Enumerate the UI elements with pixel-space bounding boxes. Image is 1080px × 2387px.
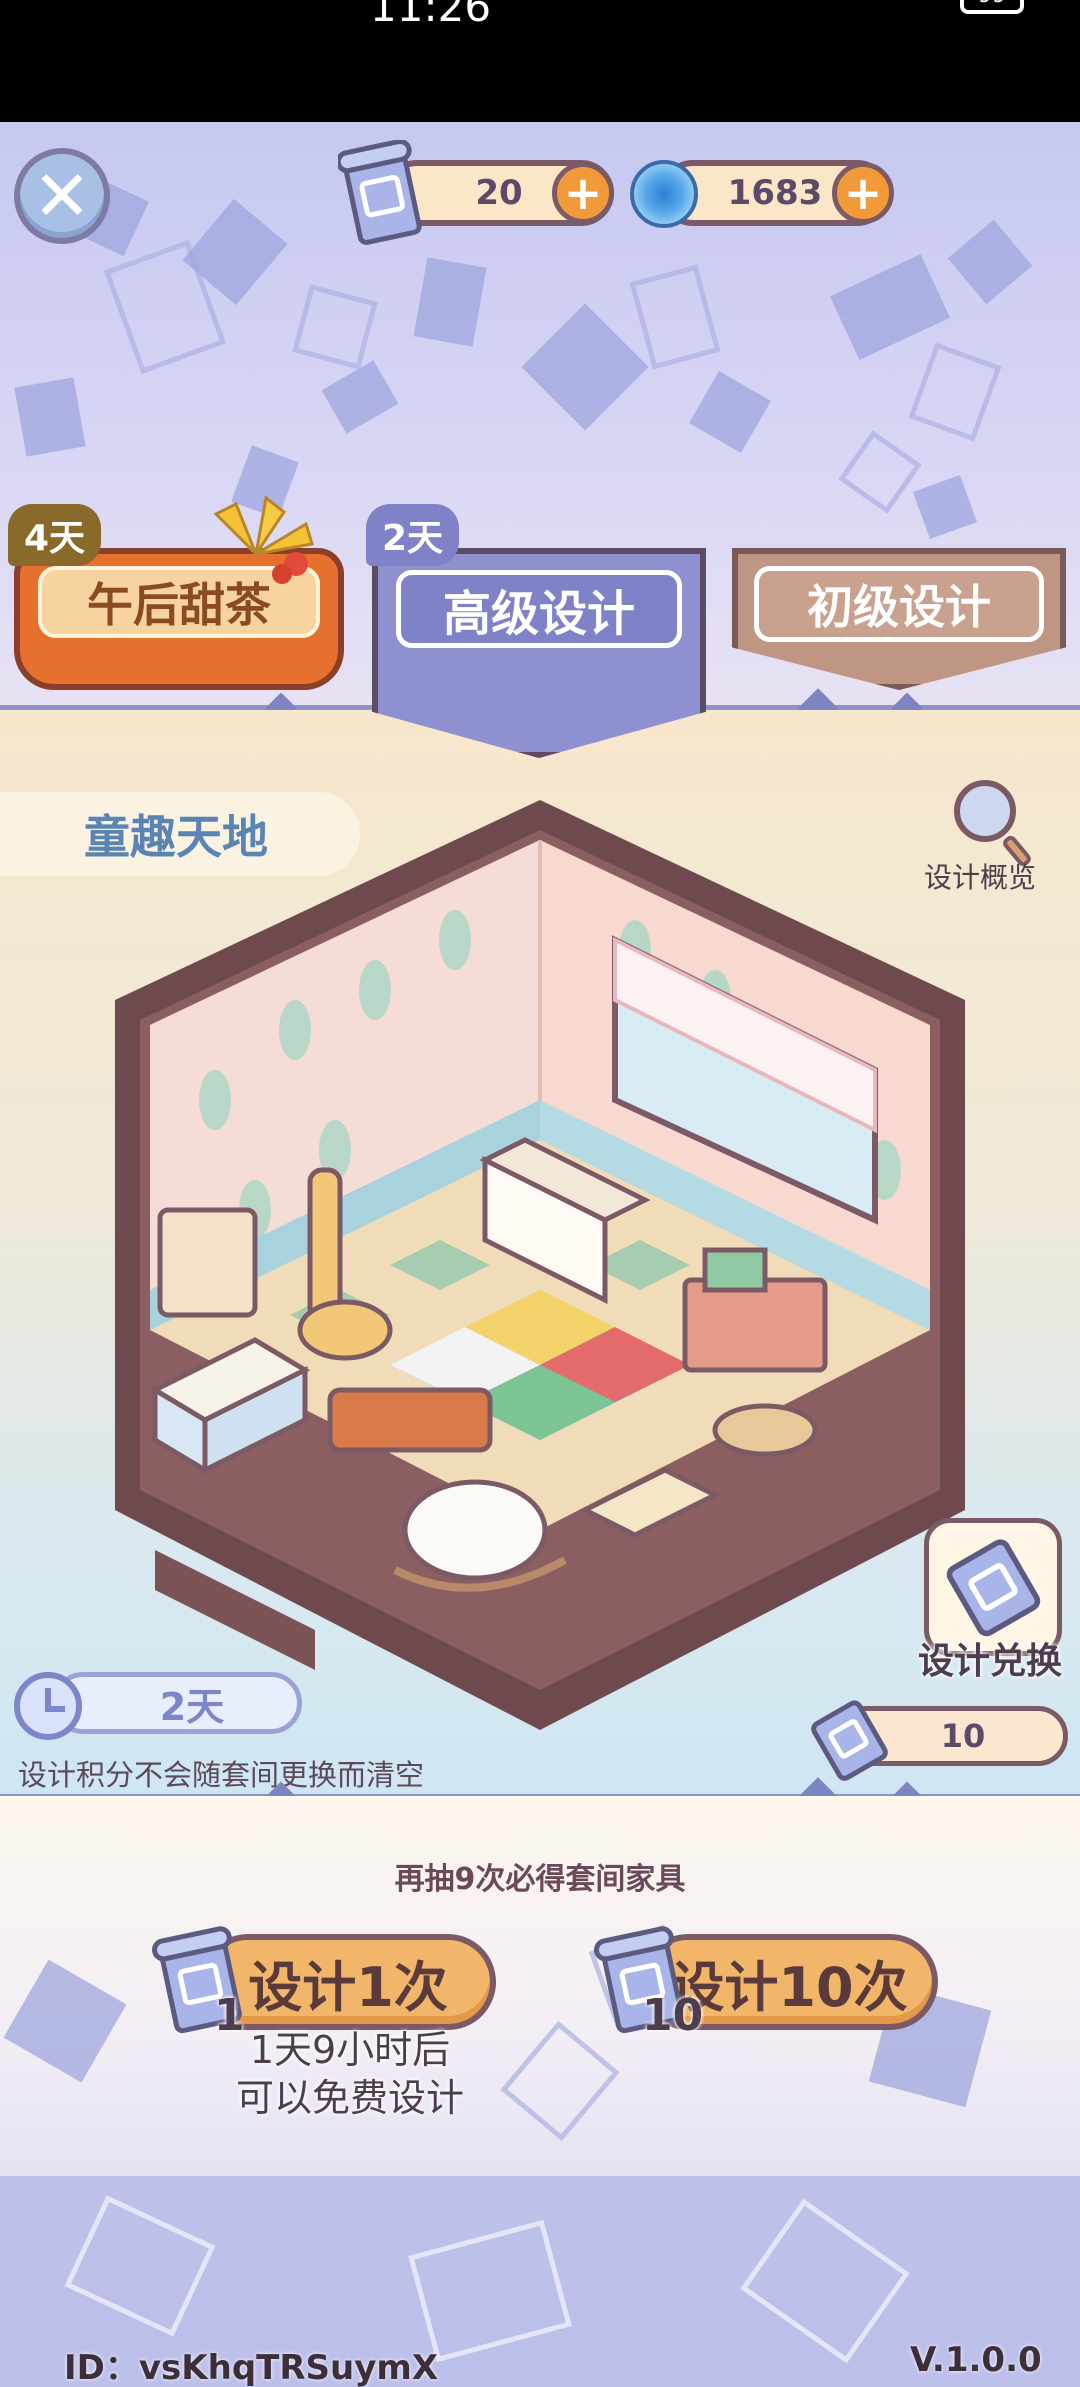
- tab-label: 初级设计: [754, 566, 1044, 642]
- plus-icon: +: [563, 166, 603, 220]
- design-exchange-label: 设计兑换: [918, 1641, 1063, 1682]
- room-preview: [115, 800, 965, 1730]
- version-label: V.1.0.0: [910, 2340, 1042, 2380]
- add-tickets-button[interactable]: +: [552, 162, 614, 224]
- free-countdown-line1: 1天9小时后: [249, 2028, 451, 2072]
- battery-icon: 99: [960, 0, 1024, 14]
- tab-label: 高级设计: [396, 570, 682, 648]
- leaf-ornament-icon: [213, 495, 314, 584]
- tab-timer-badge: 2天: [366, 504, 460, 566]
- scroll-ticket-icon: [811, 1700, 888, 1781]
- clock-icon: [14, 1672, 82, 1740]
- free-design-countdown: 1天9小时后 可以免费设计: [190, 2026, 510, 2122]
- gem-count: 1683: [727, 173, 823, 213]
- free-countdown-line2: 可以免费设计: [235, 2076, 464, 2120]
- guarantee-text: 再抽9次必得套间家具: [394, 1862, 686, 1897]
- close-icon: ✕: [32, 155, 92, 237]
- ticket-count: 20: [475, 173, 523, 213]
- close-button[interactable]: ✕: [14, 148, 110, 244]
- design-ten-cost: 10: [642, 1990, 704, 2041]
- scroll-ticket-icon: [338, 140, 422, 245]
- player-id: ID：vsKhqTRSuymX: [64, 2348, 439, 2387]
- design-ten-label: 设计10次: [670, 1955, 908, 2019]
- tab-timer-badge: 4天: [8, 504, 102, 566]
- status-bar: 11:26 99: [0, 0, 1080, 122]
- timer-text: 2天: [159, 1684, 225, 1729]
- add-gems-button[interactable]: +: [832, 162, 894, 224]
- status-time: 11:26: [370, 0, 492, 31]
- points-note: 设计积分不会随套间更换而清空: [18, 1758, 425, 1792]
- event-timer: 2天: [52, 1672, 302, 1734]
- swirl-gem-icon: [630, 160, 698, 228]
- design-points-value: 10: [940, 1717, 986, 1755]
- design-once-label: 设计1次: [248, 1955, 448, 2019]
- plus-icon: +: [843, 166, 883, 220]
